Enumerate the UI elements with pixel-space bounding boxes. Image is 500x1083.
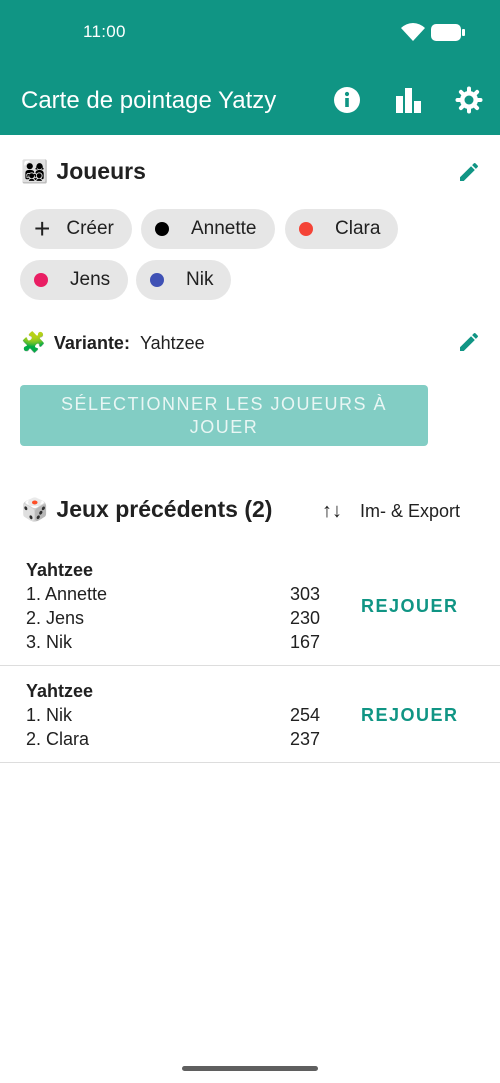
player-chip-annette[interactable]: Annette [141, 209, 275, 249]
result-row: 3. Nik 167 [26, 632, 320, 653]
import-export-button[interactable]: ↑↓ Im- & Export [322, 496, 460, 526]
info-icon [334, 87, 360, 113]
previous-games-heading: 🎲 Jeux précédents (2) [21, 496, 272, 523]
variant-value: Yahtzee [139, 332, 205, 353]
wifi-icon [401, 23, 425, 41]
player-chip-clara[interactable]: Clara [285, 209, 399, 249]
edit-players-button[interactable] [453, 156, 485, 188]
puzzle-piece-icon: 🧩 [21, 332, 46, 354]
app-title: Carte de pointage Yatzy [21, 87, 277, 114]
game-title: Yahtzee [26, 560, 94, 580]
bar-chart-icon [396, 88, 421, 113]
battery-icon [431, 24, 465, 41]
result-player: 2. Jens [26, 608, 85, 628]
chip-label: Nik [186, 269, 214, 290]
pencil-icon [460, 332, 479, 351]
player-chip-nik[interactable]: Nik [136, 260, 232, 300]
import-export-label: Im- & Export [360, 500, 461, 521]
player-color-dot [155, 222, 169, 236]
pencil-icon [460, 162, 479, 181]
info-button[interactable] [330, 83, 364, 117]
chip-label: Clara [335, 218, 381, 239]
game-title: Yahtzee [26, 681, 94, 701]
swap-vertical-icon: ↑↓ [322, 499, 342, 522]
player-color-dot [34, 273, 48, 287]
variant-row: 🧩 Variante: Yahtzee [21, 330, 205, 356]
create-player-chip[interactable]: + Créer [20, 209, 132, 249]
result-player: 3. Nik [26, 632, 73, 652]
game-card[interactable]: Yahtzee 1. Annette 303 2. Jens 230 3. Ni… [0, 548, 500, 666]
result-score: 237 [289, 729, 320, 749]
replay-button[interactable]: REJOUER [361, 596, 459, 617]
result-player: 1. Annette [26, 584, 108, 604]
settings-button[interactable] [452, 83, 486, 117]
result-row: 1. Nik 254 [26, 705, 320, 726]
result-row: 2. Clara 237 [26, 729, 320, 750]
result-row: 1. Annette 303 [26, 584, 320, 605]
chip-label: Annette [191, 218, 257, 239]
plus-icon: + [34, 213, 51, 244]
result-score: 254 [289, 705, 320, 725]
players-heading: 👨‍👩‍👧‍👦 Joueurs [21, 158, 146, 185]
dice-icon: 🎲 [21, 496, 49, 522]
players-title: Joueurs [56, 158, 146, 184]
player-color-dot [299, 222, 313, 236]
previous-games-title: Jeux précédents (2) [56, 496, 273, 522]
variant-label: Variante: [53, 332, 130, 353]
status-time: 11:00 [83, 22, 126, 41]
result-score: 303 [289, 584, 320, 604]
player-color-dot [150, 273, 164, 287]
statistics-button[interactable] [391, 83, 425, 117]
chip-label: Créer [66, 218, 114, 239]
result-score: 230 [289, 608, 320, 628]
result-player: 1. Nik [26, 705, 73, 725]
home-indicator[interactable] [182, 1066, 318, 1071]
result-row: 2. Jens 230 [26, 608, 320, 629]
edit-variant-button[interactable] [453, 326, 485, 358]
settings-gear-icon [455, 86, 483, 114]
select-players-button[interactable]: SÉLECTIONNER LES JOUEURS À JOUER [20, 385, 428, 446]
result-player: 2. Clara [26, 729, 90, 749]
app-bar: Carte de pointage Yatzy [0, 65, 500, 135]
game-card[interactable]: Yahtzee 1. Nik 254 2. Clara 237 REJOUER [0, 667, 500, 763]
status-bar: 11:00 [0, 0, 500, 65]
player-chip-jens[interactable]: Jens [20, 260, 129, 300]
result-score: 167 [289, 632, 320, 652]
family-emoji-icon: 👨‍👩‍👧‍👦 [21, 158, 49, 184]
chip-label: Jens [70, 269, 111, 290]
replay-button[interactable]: REJOUER [361, 705, 459, 726]
